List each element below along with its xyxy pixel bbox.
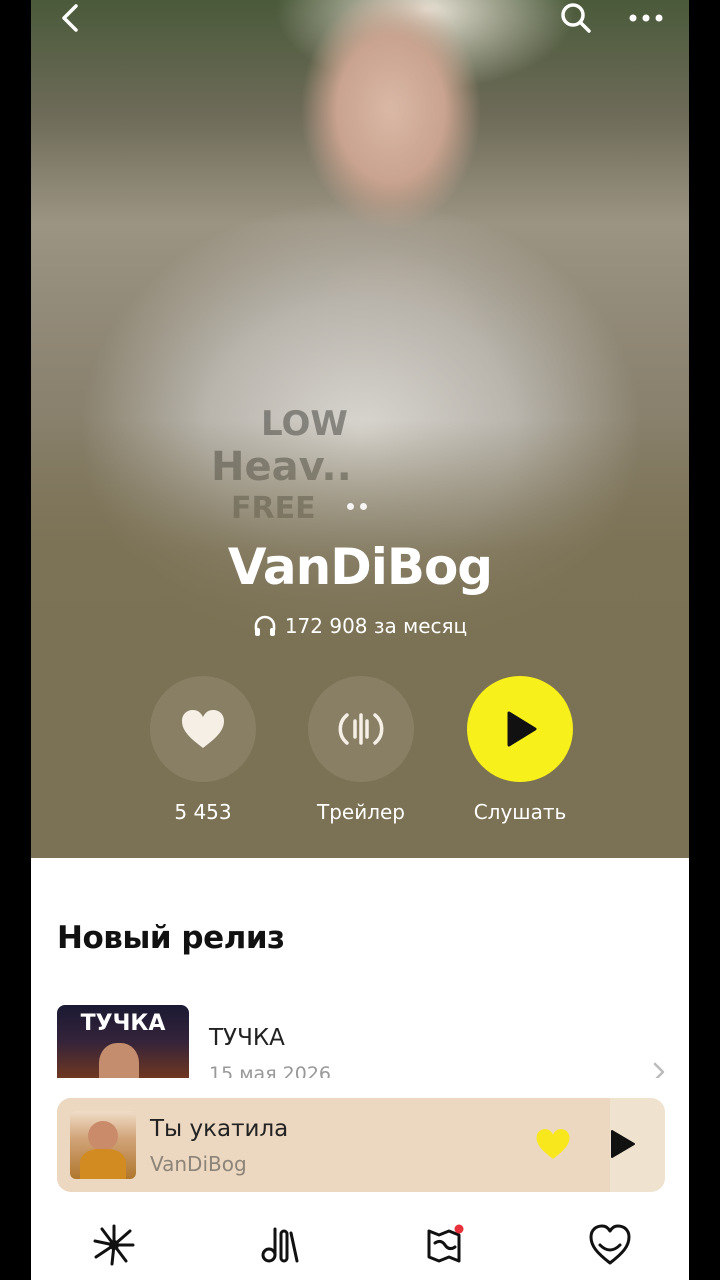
favorites-icon <box>589 1224 631 1265</box>
trailer-label: Трейлер <box>317 800 405 824</box>
nav-favorites[interactable] <box>585 1220 635 1270</box>
monthly-listeners-text: 172 908 за месяц <box>284 614 468 638</box>
mini-play-icon[interactable] <box>607 1128 637 1160</box>
release-cover-text: ТУЧКА <box>80 1011 166 1036</box>
artist-screen: LOW Heav.. FREE <box>31 0 689 1280</box>
artist-name: VanDiBog <box>227 538 493 596</box>
playback-progress <box>57 1098 611 1192</box>
release-cover: ТУЧКА <box>57 1005 189 1085</box>
map-icon <box>427 1224 464 1263</box>
play-icon <box>507 711 537 747</box>
trailer-circle[interactable] <box>308 676 414 782</box>
listen-button[interactable]: Слушать <box>467 676 573 824</box>
new-release-item[interactable]: ТУЧКА ТУЧКА 15 мая 2026 <box>57 1005 667 1085</box>
now-playing-title: Ты укатила <box>150 1116 289 1142</box>
nav-my-wave[interactable] <box>89 1220 139 1270</box>
heart-icon <box>182 710 224 748</box>
like-circle[interactable] <box>150 676 256 782</box>
my-wave-icon <box>93 1224 135 1266</box>
listen-circle[interactable] <box>467 676 573 782</box>
release-title: ТУЧКА <box>209 1025 285 1051</box>
new-release-heading: Новый релиз <box>57 920 285 956</box>
back-button[interactable] <box>45 0 95 36</box>
listen-label: Слушать <box>473 800 567 824</box>
photo-page-indicator <box>347 503 367 510</box>
back-arrow-icon <box>62 4 78 32</box>
waveform-icon <box>338 713 384 745</box>
more-button[interactable] <box>621 0 671 36</box>
monthly-listeners: 172 908 за месяц <box>31 614 689 638</box>
search-button[interactable] <box>551 0 601 36</box>
artist-hero: LOW Heav.. FREE <box>31 0 689 858</box>
library-icon <box>261 1227 299 1263</box>
page-dot <box>347 503 354 510</box>
trailer-button[interactable]: Трейлер <box>308 676 414 824</box>
nav-library[interactable] <box>255 1220 305 1270</box>
bottom-navigation <box>31 1208 689 1280</box>
now-playing-cover-body <box>80 1149 126 1179</box>
headphones-icon <box>254 615 276 636</box>
now-playing-artist: VanDiBog <box>150 1152 247 1176</box>
like-artist-button[interactable]: 5 453 <box>150 676 256 824</box>
mini-player[interactable]: Ты укатила VanDiBog <box>57 1098 665 1192</box>
now-playing-cover <box>70 1111 136 1179</box>
nav-map[interactable] <box>420 1220 470 1270</box>
page-dot <box>360 503 367 510</box>
search-icon <box>561 3 591 33</box>
now-playing-cover-face <box>88 1121 118 1151</box>
likes-count: 5 453 <box>174 800 232 824</box>
more-icon <box>629 14 663 22</box>
liked-heart-icon[interactable] <box>535 1127 571 1161</box>
